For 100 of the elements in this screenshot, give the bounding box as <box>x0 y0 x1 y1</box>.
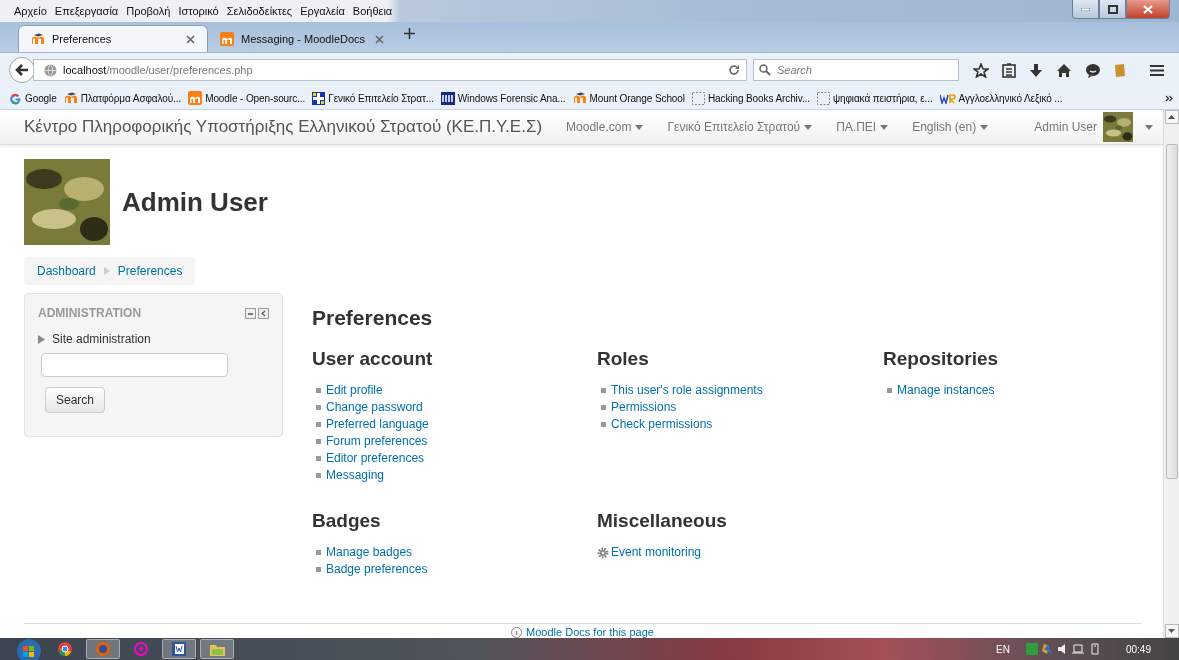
chat-icon[interactable] <box>1085 62 1101 78</box>
menu-icon[interactable] <box>1149 63 1165 77</box>
language-indicator[interactable]: EN <box>996 643 1010 655</box>
google-g-icon <box>9 91 22 105</box>
caret-icon <box>980 124 989 130</box>
preference-link[interactable]: Event monitoring <box>611 544 702 561</box>
moodle-logo-icon <box>31 33 45 45</box>
browser-tab[interactable]: Messaging - MoodleDocs <box>208 26 396 52</box>
close-icon[interactable] <box>375 34 384 44</box>
tree-item[interactable]: Site administration <box>38 332 269 346</box>
preference-link[interactable]: Manage badges <box>326 544 413 561</box>
preference-link[interactable]: Manage instances <box>897 382 995 399</box>
preference-link[interactable]: Forum preferences <box>326 433 428 450</box>
preference-link[interactable]: Change password <box>326 399 423 416</box>
menu-item[interactable]: Ιστορικό <box>174 5 223 17</box>
docs-link[interactable]: Moodle Docs for this page <box>511 626 654 638</box>
bookmark-item[interactable]: ψηφιακά πειστήρια, ε... <box>816 91 933 105</box>
preference-link[interactable]: Permissions <box>611 399 677 416</box>
site-title[interactable]: Κέντρο Πληροφορικής Υποστήριξης Ελληνικού Στρατού (ΚΕ.Π.Υ.Ε.Σ) <box>24 117 543 137</box>
menu-item[interactable]: Βοήθεια <box>348 5 397 17</box>
restore-icon <box>1107 4 1118 14</box>
bookmark-item[interactable]: Πλατφόρμα Ασφαλού... <box>63 92 182 104</box>
bookmark-item[interactable]: Γενικό Επιτελείο Στρατ... <box>312 91 434 105</box>
browser-tab[interactable]: Preferences <box>18 25 208 52</box>
preference-link[interactable]: Edit profile <box>326 382 383 399</box>
search-field[interactable]: Search <box>753 59 959 81</box>
nav-menu[interactable]: English (en) <box>912 120 989 134</box>
blank-page-icon <box>691 91 705 105</box>
bookmark-item[interactable]: Moodle - Open-sourc... <box>188 91 306 105</box>
bullet-icon <box>601 388 606 393</box>
new-tab-icon[interactable] <box>404 27 415 39</box>
preference-link[interactable]: Messaging <box>326 467 385 484</box>
bookmark-item[interactable]: Windows Forensic Ana... <box>440 91 566 105</box>
section-heading: Miscellaneous <box>597 510 728 532</box>
download-icon[interactable] <box>1029 62 1043 78</box>
globe-icon <box>44 63 57 77</box>
menu-item[interactable]: Εργαλεία <box>296 5 349 17</box>
bullet-icon <box>316 388 321 393</box>
moodle-logo-icon <box>220 32 234 46</box>
search-button[interactable]: Search <box>45 387 106 413</box>
breadcrumb-link[interactable]: Dashboard <box>37 264 96 278</box>
bookmark-item[interactable]: Hacking Books Archiv... <box>691 91 810 105</box>
block-controls-icon[interactable] <box>245 307 269 319</box>
preference-link[interactable]: Preferred language <box>326 416 429 433</box>
user-menu[interactable]: Admin User <box>1034 112 1153 142</box>
moodle-logo-icon <box>572 92 587 104</box>
clipboard-icon[interactable] <box>1002 62 1016 78</box>
bullet-icon <box>887 388 892 393</box>
url-text: localhost/moodle/user/preferences.php <box>63 64 254 76</box>
close-icon <box>1143 4 1153 14</box>
moodle-logo-icon <box>188 91 203 105</box>
start-button[interactable] <box>14 638 44 660</box>
nav-menu[interactable]: Moodle.com <box>566 120 644 134</box>
nav-menu[interactable]: ΠΑ.ΠΕΙ <box>836 120 889 134</box>
address-field[interactable]: localhost/moodle/user/preferences.php <box>33 59 747 81</box>
firefox-icon <box>96 642 110 656</box>
separator-icon <box>103 267 110 275</box>
bullet-icon <box>601 405 606 410</box>
moodle-logo-icon <box>63 92 78 104</box>
word-taskbar-icon[interactable] <box>162 639 196 659</box>
caret-icon <box>1145 124 1153 130</box>
preference-link[interactable]: This user's role assignments <box>611 382 763 399</box>
bullet-icon <box>316 473 321 478</box>
folder-icon <box>209 642 225 656</box>
maximize-button[interactable] <box>1099 0 1126 19</box>
bookmark-item[interactable]: Google <box>9 91 57 105</box>
close-button[interactable] <box>1126 0 1170 19</box>
back-button[interactable] <box>9 57 35 83</box>
firefox-taskbar-icon[interactable] <box>86 639 120 659</box>
cross-flag-icon <box>312 91 326 105</box>
admin-search-field[interactable] <box>41 353 228 377</box>
home-icon[interactable] <box>1056 63 1072 77</box>
star-icon[interactable] <box>973 62 989 78</box>
chrome-icon <box>58 642 72 656</box>
scrollbar[interactable] <box>1163 110 1179 638</box>
close-icon[interactable] <box>186 34 195 44</box>
section-heading: Repositories <box>883 348 1000 370</box>
menu-item[interactable]: Σελιδοδείκτες <box>222 5 297 17</box>
scroll-down-icon <box>1168 629 1175 633</box>
section-heading: Badges <box>312 510 382 532</box>
menu-item[interactable]: Προβολή <box>122 5 175 17</box>
back-arrow-icon <box>15 64 29 76</box>
chevron-icon[interactable] <box>1165 94 1173 102</box>
section-heading: Roles <box>597 348 650 370</box>
menu-item[interactable]: Αρχείο <box>10 5 51 17</box>
reload-icon[interactable] <box>728 64 740 76</box>
preference-link[interactable]: Badge preferences <box>326 561 428 578</box>
menu-item[interactable]: Επεξεργασία <box>50 5 123 17</box>
nav-menu[interactable]: Γενικό Επιτελείο Στρατού <box>667 120 813 134</box>
bookmark-item[interactable]: Mount Orange School <box>572 92 685 104</box>
bookmark-item[interactable]: Αγγλοελληνικό Λεξικό ... <box>939 92 1063 104</box>
block-title: ADMINISTRATION <box>38 306 142 320</box>
preference-link[interactable]: Editor preferences <box>326 450 425 467</box>
preference-link[interactable]: Check permissions <box>611 416 713 433</box>
minimize-icon <box>1081 7 1090 11</box>
caret-icon <box>635 124 644 130</box>
bullet-icon <box>316 456 321 461</box>
breadcrumb-link[interactable]: Preferences <box>117 264 183 278</box>
bullet-icon <box>316 405 321 410</box>
bullet-icon <box>601 422 606 427</box>
